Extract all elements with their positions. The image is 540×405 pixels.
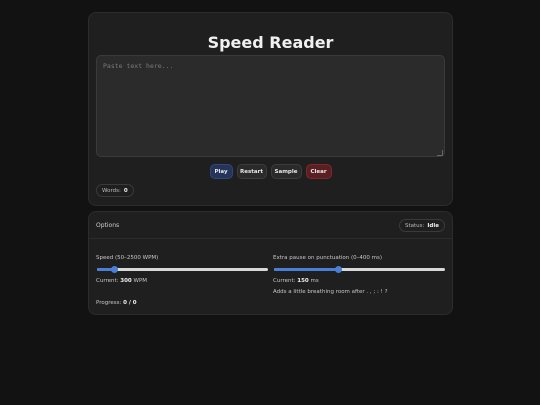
clear-button[interactable]: Clear: [305, 164, 332, 179]
pause-current: Current: 150 ms: [273, 278, 319, 284]
word-count-badge: Words: 0: [96, 184, 134, 197]
pause-current-value: 150: [297, 278, 309, 284]
speed-slider[interactable]: [97, 266, 268, 273]
options-title: Options: [96, 222, 120, 229]
pause-slider-thumb[interactable]: [334, 266, 342, 273]
status-label: Status:: [405, 222, 425, 229]
status-value: Idle: [427, 222, 439, 229]
word-count-value: 0: [123, 187, 128, 194]
progress-value: 0 / 0: [123, 300, 137, 306]
pause-current-label: Current:: [273, 278, 296, 284]
speed-current-label: Current:: [96, 278, 119, 284]
pause-hint: Adds a little breathing room after . , ;…: [273, 289, 388, 295]
word-count-label: Words:: [102, 187, 121, 194]
pause-slider-fill: [274, 268, 339, 271]
options-card: Options Status: Idle Speed (50–2500 WPM)…: [88, 211, 453, 315]
pause-label: Extra pause on punctuation (0–400 ms): [273, 255, 383, 261]
app-title: Speed Reader: [207, 33, 334, 52]
sample-button[interactable]: Sample: [270, 164, 302, 179]
status-badge: Status: Idle: [399, 219, 445, 232]
pause-current-unit: ms: [310, 278, 319, 284]
progress: Progress: 0 / 0: [96, 300, 137, 306]
play-button[interactable]: Play: [209, 164, 233, 179]
speed-current-unit: WPM: [133, 278, 148, 284]
speed-current-value: 300: [120, 278, 132, 284]
speed-label: Speed (50–2500 WPM): [96, 255, 159, 261]
progress-label: Progress:: [96, 300, 122, 306]
options-divider: [89, 238, 452, 239]
restart-button[interactable]: Restart: [236, 164, 267, 179]
speed-current: Current: 300 WPM: [96, 278, 147, 284]
speed-slider-thumb[interactable]: [110, 266, 118, 273]
controls-row: Play Restart Sample Clear: [89, 164, 452, 179]
reader-card: Speed Reader Play Restart Sample Clear W…: [88, 12, 453, 206]
text-input[interactable]: [96, 55, 445, 157]
pause-slider[interactable]: [274, 266, 445, 273]
resize-handle-icon[interactable]: [437, 150, 443, 156]
